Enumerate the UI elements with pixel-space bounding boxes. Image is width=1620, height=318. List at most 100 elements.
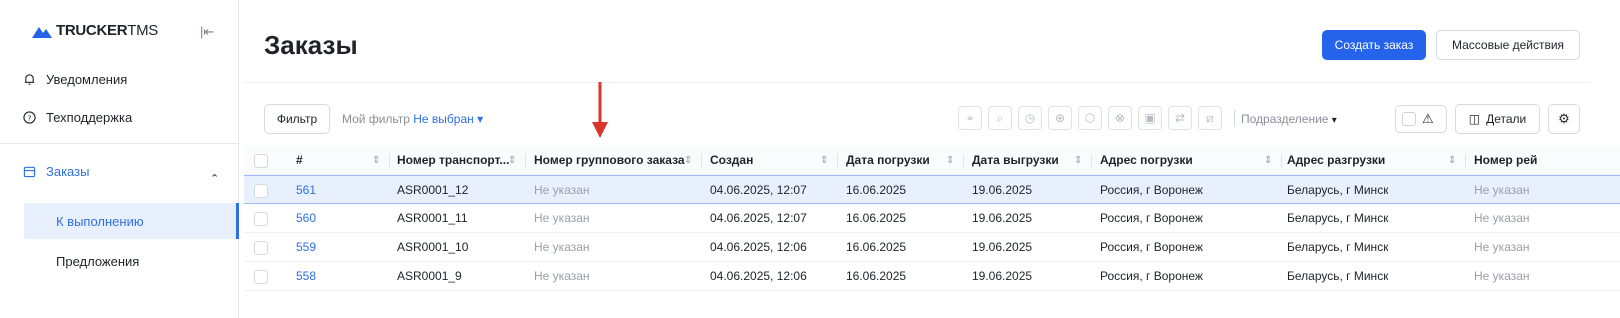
- sidebar-subitem-to-execute[interactable]: К выполнению: [24, 203, 239, 239]
- warning-checkbox[interactable]: [1402, 112, 1416, 126]
- cell-trip: Не указан: [1474, 269, 1530, 283]
- swap-icon[interactable]: ⇄: [1168, 106, 1192, 130]
- order-id-link[interactable]: 560: [296, 204, 316, 233]
- cell-group: Не указан: [534, 183, 590, 197]
- column-header-group[interactable]: Номер группового заказа: [534, 146, 685, 175]
- cell-load-address: Россия, г Воронеж: [1100, 183, 1203, 197]
- row-checkbox[interactable]: [254, 212, 268, 226]
- column-header-load-address[interactable]: Адрес погрузки: [1100, 146, 1193, 175]
- table-row[interactable]: 561 ASR0001_12 Не указан 04.06.2025, 12:…: [244, 175, 1620, 204]
- gear-icon[interactable]: ⚙: [1548, 104, 1580, 134]
- cell-load-address: Россия, г Воронеж: [1100, 269, 1203, 283]
- annotation-arrow-icon: [592, 82, 608, 138]
- division-label: Подразделение: [1241, 112, 1329, 126]
- cell-unload-address: Беларусь, г Минск: [1287, 183, 1389, 197]
- row-checkbox[interactable]: [254, 184, 268, 198]
- cell-load-date: 16.06.2025: [846, 269, 907, 283]
- sort-icon[interactable]: ⇕: [946, 146, 954, 175]
- target-icon[interactable]: ⌖: [958, 106, 982, 130]
- brand-name: TRUCKERTMS: [56, 22, 158, 39]
- page-title: Заказы: [264, 30, 358, 60]
- cell-unload-date: 19.06.2025: [972, 183, 1033, 197]
- sidebar-item-support[interactable]: ? Техподдержка: [22, 110, 132, 125]
- column-separator: [1091, 154, 1092, 168]
- column-header-trip[interactable]: Номер рей: [1474, 146, 1544, 175]
- cell-group: Не указан: [534, 269, 590, 283]
- collapse-sidebar-icon[interactable]: |⇤: [200, 24, 214, 40]
- column-header-id[interactable]: #: [296, 146, 303, 175]
- warning-icon: ⚠: [1422, 111, 1434, 126]
- column-header-created[interactable]: Создан: [710, 146, 753, 175]
- timer-icon[interactable]: ◷: [1018, 106, 1042, 130]
- sort-icon[interactable]: ⇕: [684, 146, 692, 175]
- cell-unload-date: 19.06.2025: [972, 211, 1033, 225]
- sort-icon[interactable]: ⇕: [820, 146, 828, 175]
- table-row[interactable]: 560 ASR0001_11 Не указан 04.06.2025, 12:…: [244, 204, 1620, 233]
- select-all-checkbox[interactable]: [254, 154, 268, 168]
- table-row[interactable]: 559 ASR0001_10 Не указан 04.06.2025, 12:…: [244, 233, 1620, 262]
- mountain-logo-icon: [32, 26, 52, 38]
- svg-text:?: ?: [27, 113, 31, 122]
- zoom-icon[interactable]: ⊕: [1048, 106, 1072, 130]
- chevron-down-icon: ▾: [1331, 115, 1337, 126]
- cell-group: Не указан: [534, 240, 590, 254]
- warning-toggle[interactable]: ⚠: [1395, 105, 1447, 133]
- app-logo[interactable]: TRUCKERTMS: [32, 22, 158, 39]
- cell-load-date: 16.06.2025: [846, 211, 907, 225]
- my-filter-selector[interactable]: Мой фильтр Не выбран ▾: [342, 112, 483, 126]
- chevron-down-icon: ▾: [477, 112, 484, 126]
- row-checkbox[interactable]: [254, 270, 268, 284]
- help-circle-icon: ?: [22, 111, 36, 125]
- order-id-link[interactable]: 558: [296, 262, 316, 291]
- sort-icon[interactable]: ⇕: [1448, 146, 1456, 175]
- column-separator: [837, 154, 838, 168]
- column-header-load-date[interactable]: Дата погрузки: [846, 146, 930, 175]
- filter-button[interactable]: Фильтр: [264, 104, 330, 134]
- sort-icon[interactable]: ⇕: [508, 146, 516, 175]
- image-icon[interactable]: ▣: [1138, 106, 1162, 130]
- cell-load-address: Россия, г Воронеж: [1100, 211, 1203, 225]
- column-header-unload-date[interactable]: Дата выгрузки: [972, 146, 1059, 175]
- column-separator: [1465, 154, 1466, 168]
- cell-transport: ASR0001_10: [397, 240, 469, 254]
- sort-icon[interactable]: ⇕: [372, 146, 380, 175]
- tag-icon[interactable]: ⌕: [988, 106, 1012, 130]
- sidebar-item-label: Техподдержка: [46, 110, 133, 125]
- cell-created: 04.06.2025, 12:06: [710, 240, 807, 254]
- order-id-link[interactable]: 559: [296, 233, 316, 262]
- cell-load-address: Россия, г Воронеж: [1100, 240, 1203, 254]
- order-id-link[interactable]: 561: [296, 176, 316, 205]
- settings-hex-icon[interactable]: ⬡: [1078, 106, 1102, 130]
- column-separator: [389, 154, 390, 168]
- column-separator: [1281, 154, 1282, 168]
- cell-unload-date: 19.06.2025: [972, 269, 1033, 283]
- sidebar-item-orders[interactable]: Заказы: [22, 164, 89, 179]
- cell-transport: ASR0001_11: [397, 211, 468, 225]
- sidebar-item-label: Уведомления: [46, 72, 128, 87]
- sort-icon[interactable]: ⇕: [1264, 146, 1272, 175]
- chevron-up-icon[interactable]: ⌃: [210, 172, 219, 185]
- bulk-actions-button[interactable]: Массовые действия: [1436, 30, 1580, 60]
- column-separator: [963, 154, 964, 168]
- cancel-circle-icon[interactable]: ⊗: [1108, 106, 1132, 130]
- create-order-button[interactable]: Создать заказ: [1322, 30, 1426, 60]
- sort-icon[interactable]: ⇕: [1074, 146, 1082, 175]
- cell-load-date: 16.06.2025: [846, 183, 907, 197]
- row-checkbox[interactable]: [254, 241, 268, 255]
- table-row[interactable]: 558 ASR0001_9 Не указан 04.06.2025, 12:0…: [244, 262, 1620, 291]
- column-header-transport[interactable]: Номер транспорт...: [397, 146, 515, 175]
- sidebar-subitem-offers[interactable]: Предложения: [56, 254, 139, 269]
- cell-trip: Не указан: [1474, 240, 1530, 254]
- cell-transport: ASR0001_12: [397, 183, 469, 197]
- cell-unload-address: Беларусь, г Минск: [1287, 211, 1389, 225]
- column-header-unload-address[interactable]: Адрес разгрузки: [1287, 146, 1385, 175]
- sidebar-item-notifications[interactable]: Уведомления: [22, 72, 127, 87]
- my-filter-value: Не выбран: [413, 112, 474, 126]
- no-image-icon[interactable]: ⧄: [1198, 106, 1222, 130]
- bell-icon: [22, 73, 36, 87]
- cell-unload-date: 19.06.2025: [972, 240, 1033, 254]
- cell-load-date: 16.06.2025: [846, 240, 907, 254]
- division-selector[interactable]: Подразделение ▾: [1241, 112, 1337, 126]
- details-button[interactable]: ◫ Детали: [1455, 104, 1540, 134]
- cell-created: 04.06.2025, 12:06: [710, 269, 807, 283]
